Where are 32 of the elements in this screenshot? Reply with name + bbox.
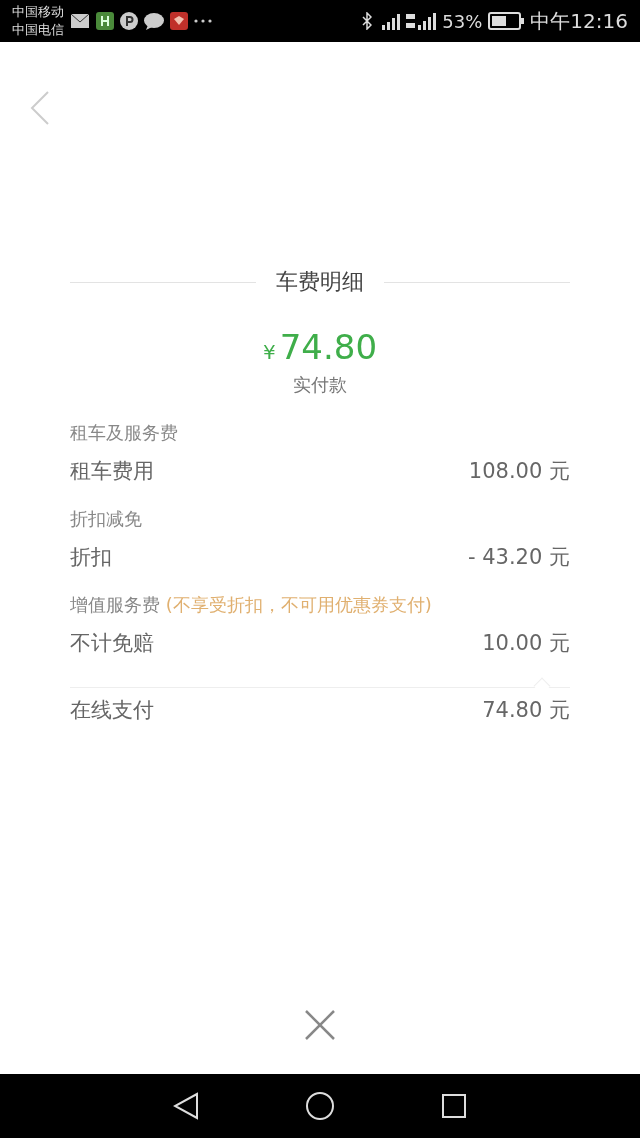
paid-label: 实付款 [293, 373, 347, 397]
carrier-name: 中国移动 [12, 3, 64, 21]
app-icon [96, 12, 114, 30]
more-icon [194, 19, 212, 23]
section-heading: 增值服务费 [70, 594, 160, 615]
fee-value: 108.00 元 [468, 458, 570, 485]
sheet-title: 车费明细 [276, 268, 364, 296]
home-button[interactable] [305, 1091, 335, 1121]
battery-icon [488, 12, 525, 30]
paid-amount: 74.80 [279, 327, 378, 367]
carrier-name: 中国电信 [12, 21, 64, 39]
recents-button[interactable] [441, 1093, 467, 1119]
fee-label: 不计免赔 [70, 630, 154, 657]
section-note: (不享受折扣，不可用优惠券支付) [165, 594, 432, 615]
fee-label: 折扣 [70, 544, 112, 571]
back-button[interactable] [173, 1092, 199, 1120]
fee-value: - 43.20 元 [467, 544, 570, 571]
total-label: 在线支付 [70, 697, 154, 724]
currency-symbol: ¥ [262, 340, 276, 364]
parking-icon [120, 12, 138, 30]
section-heading: 租车及服务费 [70, 422, 178, 443]
app-icon [170, 12, 188, 30]
fee-value: 10.00 元 [482, 630, 570, 657]
fee-label: 租车费用 [70, 458, 154, 485]
chat-bubble-icon [144, 12, 164, 30]
clock-time: 中午12:16 [530, 7, 628, 35]
total-value: 74.80 元 [482, 697, 570, 724]
battery-percent: 53% [442, 10, 483, 32]
section-heading: 折扣减免 [70, 508, 142, 529]
bluetooth-icon [362, 12, 373, 30]
mail-icon [70, 13, 90, 29]
signal-icon [406, 12, 437, 30]
